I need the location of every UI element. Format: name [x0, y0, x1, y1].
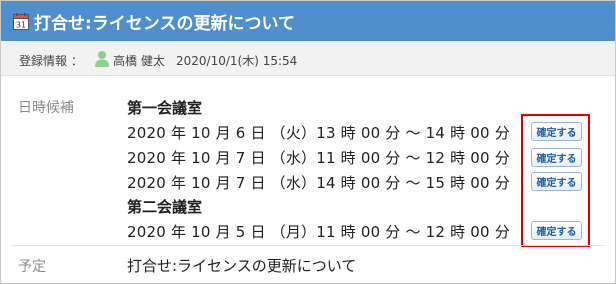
user-name-link[interactable]: 高橋 健太: [113, 52, 165, 69]
page-title: 打合せ:ライセンスの更新について: [34, 14, 295, 34]
calendar-icon-day: 31: [16, 21, 26, 30]
time-slot: 2020 年 10 月 7 日 （水）14 時 00 分 ～ 15 時 00 分: [127, 174, 510, 192]
time-slot: 2020 年 10 月 6 日 （火）13 時 00 分 ～ 14 時 00 分: [127, 124, 510, 142]
room-name: 第二会議室: [127, 198, 203, 216]
registration-bar: 登録情報 ： 高橋 健太 2020/10/1(木) 15:54: [1, 41, 615, 76]
registration-datetime: 2020/10/1(木) 15:54: [176, 54, 298, 68]
schedule-label: 予定: [18, 259, 46, 275]
room-name: 第一会議室: [127, 99, 203, 117]
time-slot: 2020 年 10 月 7 日 （水）11 時 00 分 ～ 12 時 00 分: [127, 149, 510, 167]
schedule-subject: 打合せ:ライセンスの更新について: [127, 257, 357, 275]
registration-label: 登録情報 ：: [19, 54, 83, 68]
calendar-icon: 31: [13, 13, 29, 30]
user-icon: [95, 51, 109, 67]
highlight-box: [521, 114, 590, 247]
time-slot: 2020 年 10 月 5 日 （月）11 時 00 分 ～ 12 時 00 分: [127, 223, 510, 241]
divider: [12, 245, 606, 246]
candidates-label: 日時候補: [18, 100, 74, 116]
title-bar: 31 打合せ:ライセンスの更新について: [1, 1, 615, 41]
